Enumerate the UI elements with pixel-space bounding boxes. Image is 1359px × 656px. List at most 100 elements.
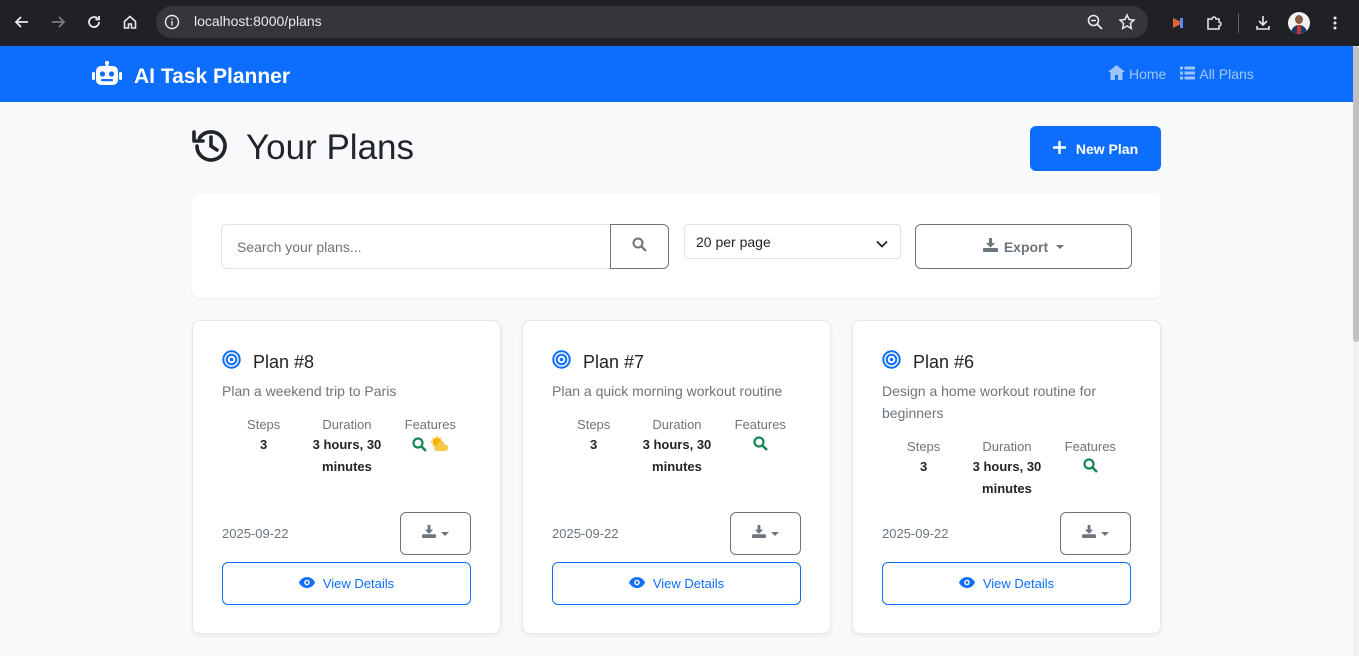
download-icon xyxy=(422,524,436,543)
downloads-icon[interactable] xyxy=(1245,5,1281,41)
stat-features: Features xyxy=(1049,437,1132,500)
plan-title: Plan #6 xyxy=(913,351,975,372)
eye-icon xyxy=(628,576,653,591)
new-plan-label: New Plan xyxy=(1075,140,1139,157)
download-icon xyxy=(1082,524,1096,543)
plan-description: Plan a weekend trip to Paris xyxy=(222,383,397,399)
eye-icon xyxy=(298,576,323,591)
caret-down-icon xyxy=(441,531,449,536)
filter-toolbar: Search your plans... 20 per page Export xyxy=(192,194,1161,298)
plan-download-button[interactable] xyxy=(400,512,471,555)
plan-stats: Steps 3 Duration 3 hours, 30 minutes Fea… xyxy=(552,415,802,478)
plan-date: 2025-09-22 xyxy=(222,526,289,541)
plan-header: Plan #7 xyxy=(552,350,644,374)
stat-features-label: Features xyxy=(1064,439,1116,454)
plan-description: Design a home workout routine for beginn… xyxy=(882,383,1096,421)
view-details-button[interactable]: View Details xyxy=(222,562,471,605)
home-icon xyxy=(1108,65,1129,83)
caret-down-icon xyxy=(771,531,779,536)
caret-down-icon xyxy=(1101,531,1109,536)
stat-duration-label: Duration xyxy=(322,417,372,432)
scrollbar-thumb[interactable] xyxy=(1353,46,1359,342)
plan-card: Plan #6 Design a home workout routine fo… xyxy=(852,320,1161,634)
stat-duration-label: Duration xyxy=(652,417,702,432)
search-button[interactable] xyxy=(610,224,669,269)
search-placeholder: Search your plans... xyxy=(237,238,362,255)
plan-card: Plan #7 Plan a quick morning workout rou… xyxy=(522,320,831,634)
view-details-label: View Details xyxy=(982,576,1055,591)
bullseye-icon xyxy=(552,350,571,374)
list-icon xyxy=(1180,66,1199,83)
stat-steps: Steps 3 xyxy=(552,415,635,478)
zoom-icon[interactable] xyxy=(1086,13,1104,36)
plan-title: Plan #7 xyxy=(583,351,645,372)
plan-date: 2025-09-22 xyxy=(882,526,949,541)
bullseye-icon xyxy=(882,350,901,374)
per-page-value: 20 per page xyxy=(696,233,771,250)
view-details-button[interactable]: View Details xyxy=(552,562,801,605)
chevron-down-icon xyxy=(876,235,888,251)
eye-icon xyxy=(958,576,983,591)
plan-stats: Steps 3 Duration 3 hours, 30 minutes Fea… xyxy=(882,437,1132,500)
home-page-icon[interactable] xyxy=(112,4,148,40)
stat-steps-label: Steps xyxy=(247,417,281,432)
robot-icon xyxy=(92,61,122,92)
search-icon xyxy=(632,237,647,257)
site-info-icon[interactable] xyxy=(164,14,180,35)
plan-download-button[interactable] xyxy=(1060,512,1131,555)
forward-icon[interactable] xyxy=(40,4,76,40)
search-input[interactable]: Search your plans... xyxy=(221,224,611,269)
history-icon xyxy=(192,126,230,169)
plan-card: Plan #8 Plan a weekend trip to Paris Ste… xyxy=(192,320,501,634)
bullseye-icon xyxy=(222,350,241,374)
download-icon xyxy=(752,524,766,543)
plan-date: 2025-09-22 xyxy=(552,526,619,541)
toolbar-divider xyxy=(1238,13,1239,33)
stat-features-label: Features xyxy=(734,417,786,432)
view-details-label: View Details xyxy=(322,576,395,591)
back-icon[interactable] xyxy=(4,4,40,40)
search-icon xyxy=(412,436,427,452)
export-label: Export xyxy=(1003,238,1049,255)
extension-logo-icon[interactable] xyxy=(1160,5,1196,41)
browser-chrome: localhost:8000/plans xyxy=(0,0,1359,46)
plan-download-button[interactable] xyxy=(730,512,801,555)
nav-link-home[interactable]: Home xyxy=(1108,65,1166,83)
stat-steps-label: Steps xyxy=(577,417,611,432)
feature-icons xyxy=(719,436,802,451)
per-page-select[interactable]: 20 per page xyxy=(684,224,901,259)
stat-steps-value: 3 xyxy=(590,437,598,452)
page-header: Your Plans xyxy=(192,126,414,169)
page-scrollbar[interactable] xyxy=(1353,46,1359,656)
stat-duration-value: 3 hours, 30 minutes xyxy=(642,437,712,474)
nav-link-all-plans-label: All Plans xyxy=(1199,66,1254,82)
stat-features-label: Features xyxy=(404,417,456,432)
stat-duration-value: 3 hours, 30 minutes xyxy=(312,437,382,474)
stat-steps-value: 3 xyxy=(260,437,268,452)
plus-icon xyxy=(1052,140,1076,157)
reload-icon[interactable] xyxy=(76,4,112,40)
url-text: localhost:8000/plans xyxy=(194,13,322,29)
caret-down-icon xyxy=(1056,244,1065,249)
new-plan-button[interactable]: New Plan xyxy=(1030,126,1161,171)
export-dropdown-button[interactable]: Export xyxy=(915,224,1132,269)
brand-link[interactable]: AI Task Planner xyxy=(92,61,290,92)
brand-name: AI Task Planner xyxy=(134,64,291,88)
download-icon xyxy=(982,238,1004,255)
view-details-button[interactable]: View Details xyxy=(882,562,1131,605)
address-bar[interactable]: localhost:8000/plans xyxy=(156,6,1148,38)
stat-steps-value: 3 xyxy=(920,459,928,474)
plan-description: Plan a quick morning workout routine xyxy=(552,383,783,399)
browser-menu-icon[interactable] xyxy=(1317,5,1353,41)
stat-duration-label: Duration xyxy=(982,439,1032,454)
nav-link-all-plans[interactable]: All Plans xyxy=(1180,66,1254,83)
plan-title: Plan #8 xyxy=(253,351,315,372)
bookmark-star-icon[interactable] xyxy=(1118,13,1136,36)
plan-header: Plan #8 xyxy=(222,350,314,374)
profile-avatar[interactable] xyxy=(1281,5,1317,41)
weather-icon xyxy=(429,436,449,452)
plan-stats: Steps 3 Duration 3 hours, 30 minutes Fea… xyxy=(222,415,472,478)
plan-header: Plan #6 xyxy=(882,350,974,374)
stat-duration: Duration 3 hours, 30 minutes xyxy=(965,437,1048,500)
extensions-puzzle-icon[interactable] xyxy=(1196,5,1232,41)
